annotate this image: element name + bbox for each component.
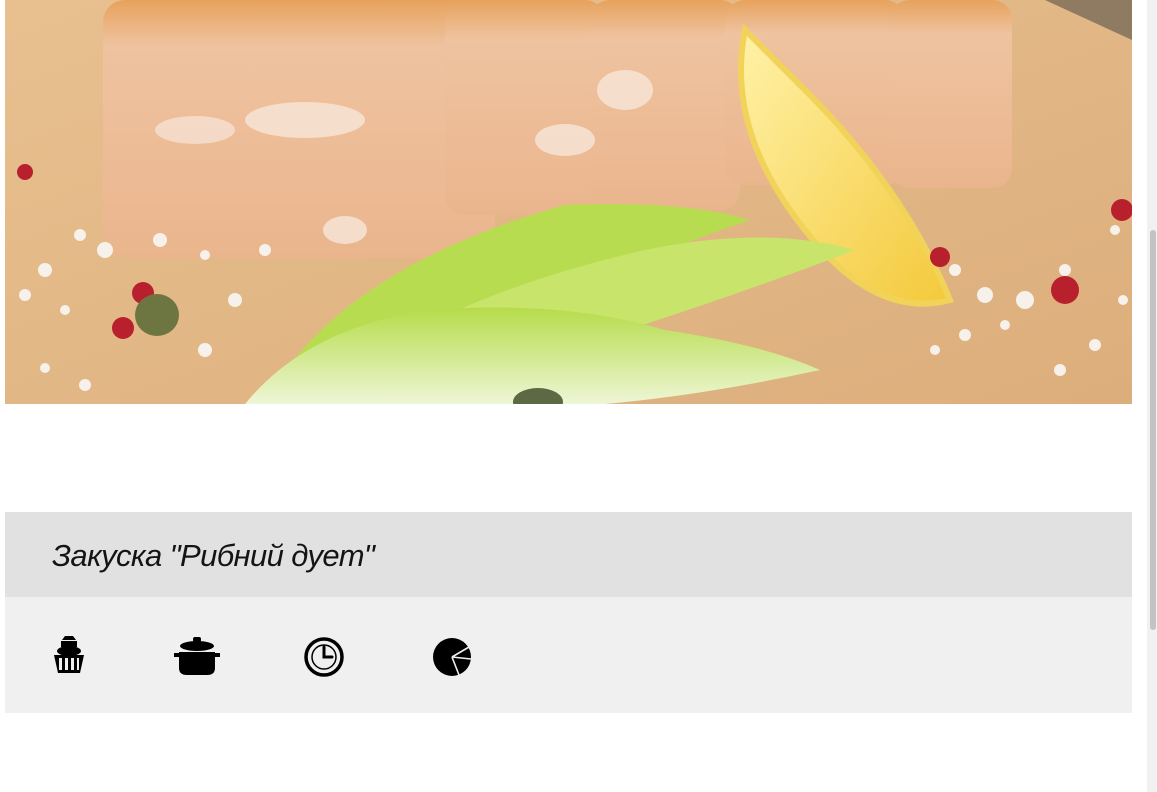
recipe-title: Закуска "Рибний дует" [52,538,375,573]
recipe-hero-image [5,0,1132,404]
recipe-title-bar: Закуска "Рибний дует" [5,512,1132,597]
page-scrollbar[interactable] [1147,0,1157,792]
pie-chart-icon[interactable] [431,635,481,679]
scrollbar-thumb[interactable] [1150,230,1156,630]
cooking-pot-icon[interactable] [173,635,223,679]
ingredients-basket-icon[interactable] [49,635,99,679]
food-photo [5,0,1132,404]
recipe-info-bar [5,597,1132,713]
clock-icon[interactable] [303,635,353,679]
